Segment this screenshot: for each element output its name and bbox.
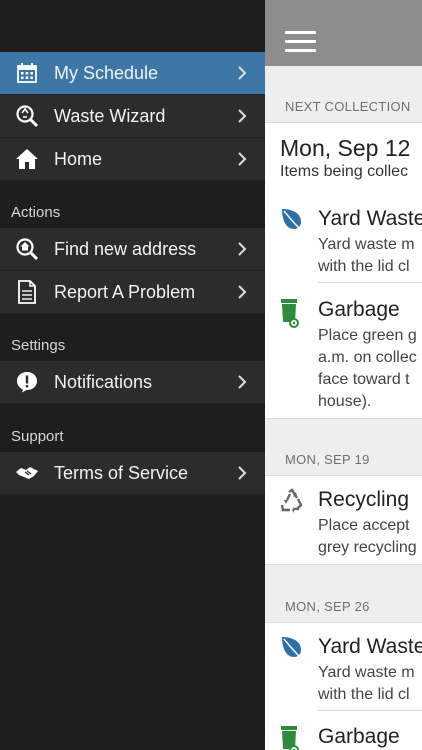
collection-card[interactable]: Recycling Place accept grey recycling — [265, 475, 422, 565]
collection-item-garbage[interactable]: Garbage — [265, 725, 422, 750]
collection-subtitle: Items being collec — [280, 163, 409, 180]
collection-date-header: MON, SEP 19 — [285, 452, 370, 467]
alert-icon — [14, 369, 40, 395]
item-description: Yard waste m with the lid cl — [318, 236, 415, 275]
item-description: Yard waste m with the lid cl — [318, 664, 415, 703]
chevron-right-icon — [235, 152, 249, 166]
sidebar-item-find-new-address[interactable]: Find new address — [0, 228, 265, 271]
divider — [318, 710, 422, 711]
sidebar-item-notifications[interactable]: Notifications — [0, 361, 265, 404]
sidebar-item-my-schedule[interactable]: My Schedule — [0, 52, 265, 95]
sidebar-item-label: Terms of Service — [54, 462, 189, 483]
document-icon — [14, 279, 40, 305]
collection-item-yard-waste[interactable]: Yard Waste Yard waste m with the lid cl — [265, 207, 422, 277]
item-title: Recycling — [318, 488, 410, 511]
top-bar — [265, 0, 422, 66]
next-collection-header: NEXT COLLECTION — [285, 99, 411, 114]
item-title: Garbage — [318, 725, 400, 748]
section-header-actions: Actions — [11, 204, 61, 221]
collection-date-header: MON, SEP 26 — [285, 599, 370, 614]
sidebar-item-waste-wizard[interactable]: Waste Wizard — [0, 95, 265, 138]
item-title: Yard Waste — [318, 207, 422, 230]
item-description: Place accept grey recycling — [318, 517, 417, 556]
sidebar-item-label: Notifications — [54, 371, 153, 392]
item-description: Place green g a.m. on collec face toward… — [318, 327, 417, 410]
section-header-settings: Settings — [11, 337, 66, 354]
leaf-icon — [279, 635, 305, 665]
sidebar-item-label: Report A Problem — [54, 281, 196, 302]
collection-item-garbage[interactable]: Garbage Place green g a.m. on collec fac… — [265, 298, 422, 410]
sidebar-item-report-a-problem[interactable]: Report A Problem — [0, 271, 265, 314]
handshake-icon — [14, 460, 40, 486]
sidebar-item-home[interactable]: Home — [0, 138, 265, 181]
schedule-panel: NEXT COLLECTION Mon, Sep 12 Items being … — [265, 0, 422, 750]
sidebar-item-label: Waste Wizard — [54, 105, 166, 126]
chevron-right-icon — [235, 242, 249, 256]
chevron-right-icon — [235, 109, 249, 123]
find-address-icon — [14, 236, 40, 262]
chevron-right-icon — [235, 66, 249, 80]
item-title: Yard Waste — [318, 635, 422, 658]
collection-item-yard-waste[interactable]: Yard Waste Yard waste m with the lid cl — [265, 635, 422, 705]
garbage-cart-icon — [279, 298, 305, 328]
leaf-icon — [279, 207, 305, 237]
item-title: Garbage — [318, 298, 400, 321]
collection-card[interactable]: Mon, Sep 12 Items being collec Yard Wast… — [265, 122, 422, 419]
garbage-cart-icon — [279, 725, 305, 750]
collection-card[interactable]: Yard Waste Yard waste m with the lid cl … — [265, 622, 422, 750]
sidebar-item-label: My Schedule — [54, 62, 159, 83]
section-header-support: Support — [11, 428, 64, 445]
calendar-icon — [14, 60, 40, 86]
recycle-icon — [279, 488, 305, 518]
collection-date: Mon, Sep 12 — [280, 135, 411, 161]
divider — [318, 282, 422, 283]
hamburger-menu-icon[interactable] — [285, 31, 316, 53]
chevron-right-icon — [235, 285, 249, 299]
sidebar-item-label: Find new address — [54, 238, 197, 259]
chevron-right-icon — [235, 466, 249, 480]
sidebar-item-label: Home — [54, 148, 103, 169]
sidebar-item-terms-of-service[interactable]: Terms of Service — [0, 452, 265, 495]
chevron-right-icon — [235, 375, 249, 389]
sidebar-menu: My Schedule Waste Wizard Home Actions Fi… — [0, 0, 265, 750]
waste-wizard-icon — [14, 103, 40, 129]
home-icon — [14, 146, 40, 172]
collection-item-recycling[interactable]: Recycling Place accept grey recycling — [265, 488, 422, 558]
